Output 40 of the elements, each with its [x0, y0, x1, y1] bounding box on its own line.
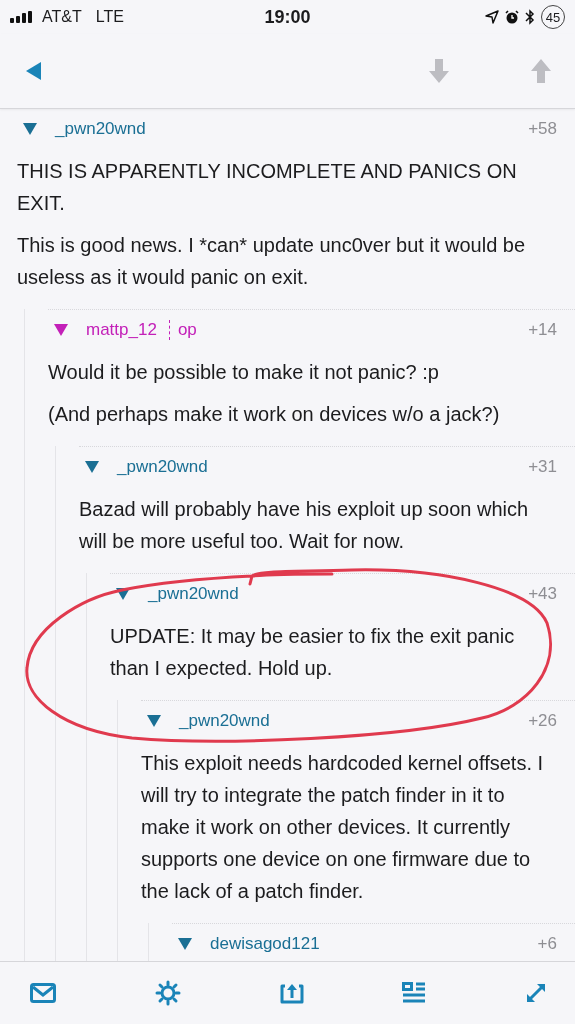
back-icon [26, 62, 42, 80]
article-layout-icon [402, 982, 427, 1004]
share-icon [279, 982, 304, 1004]
comment-author[interactable]: _pwn20wnd [55, 119, 146, 139]
comment-author[interactable]: _pwn20wnd [117, 457, 208, 477]
collapse-arrow-icon[interactable] [85, 461, 99, 473]
comment-text: Bazad will probably have his exploit up soon which will be more useful too. Wait for now. [79, 497, 530, 554]
comment-score: +6 [537, 934, 557, 954]
network-label: LTE [95, 8, 124, 26]
comment-score: +31 [528, 457, 557, 477]
location-icon [485, 10, 499, 24]
alarm-icon [505, 10, 519, 24]
up-arrow-icon [531, 59, 551, 83]
comment-author[interactable]: _pwn20wnd [148, 584, 239, 604]
comment-author[interactable]: _pwn20wnd [179, 711, 270, 731]
comment-score: +14 [528, 320, 557, 340]
bluetooth-icon [525, 9, 535, 25]
comment-text: (And perhaps make it work on devices w/o a jack?) [48, 402, 501, 427]
collapse-arrow-icon[interactable] [54, 324, 68, 336]
collapse-arrow-icon[interactable] [178, 938, 192, 950]
comment-author[interactable]: mattp_12 [86, 320, 157, 340]
comment-text: THIS IS APPARENTLY INCOMPLETE AND PANICS ON EXIT. [17, 159, 518, 216]
down-arrow-icon [429, 59, 449, 83]
comment-author[interactable]: dewisagod121 [210, 934, 320, 954]
carrier-label: AT&T [42, 8, 82, 26]
comment-score: +43 [528, 584, 557, 604]
collapse-arrow-icon[interactable] [116, 588, 130, 600]
comment-text: This is good news. I *can* update unc0ver but it would be useless as it would panic on exit. [17, 233, 527, 290]
comment-text: Would it be possible to make it not panic? :p [48, 360, 440, 385]
collapse-arrow-icon[interactable] [147, 715, 161, 727]
comment-text: This exploit needs hardcoded kernel offsets. I will try to integrate the patch finder in it to make it work on other devices. It currently supports one device on one firmware due to the lack of a patch finder. [141, 751, 545, 904]
collapse-arrow-icon[interactable] [23, 123, 37, 135]
comment-score: +26 [528, 711, 557, 731]
envelope-icon [30, 983, 56, 1003]
comment-text: UPDATE: It may be easier to fix the exit panic than I expected. Hold up. [110, 624, 516, 681]
expand-icon [525, 982, 547, 1004]
comment-score: +58 [528, 119, 557, 139]
clock-time: 19:00 [264, 6, 311, 28]
op-flair: op [168, 320, 197, 340]
settings-icon [154, 980, 181, 1006]
